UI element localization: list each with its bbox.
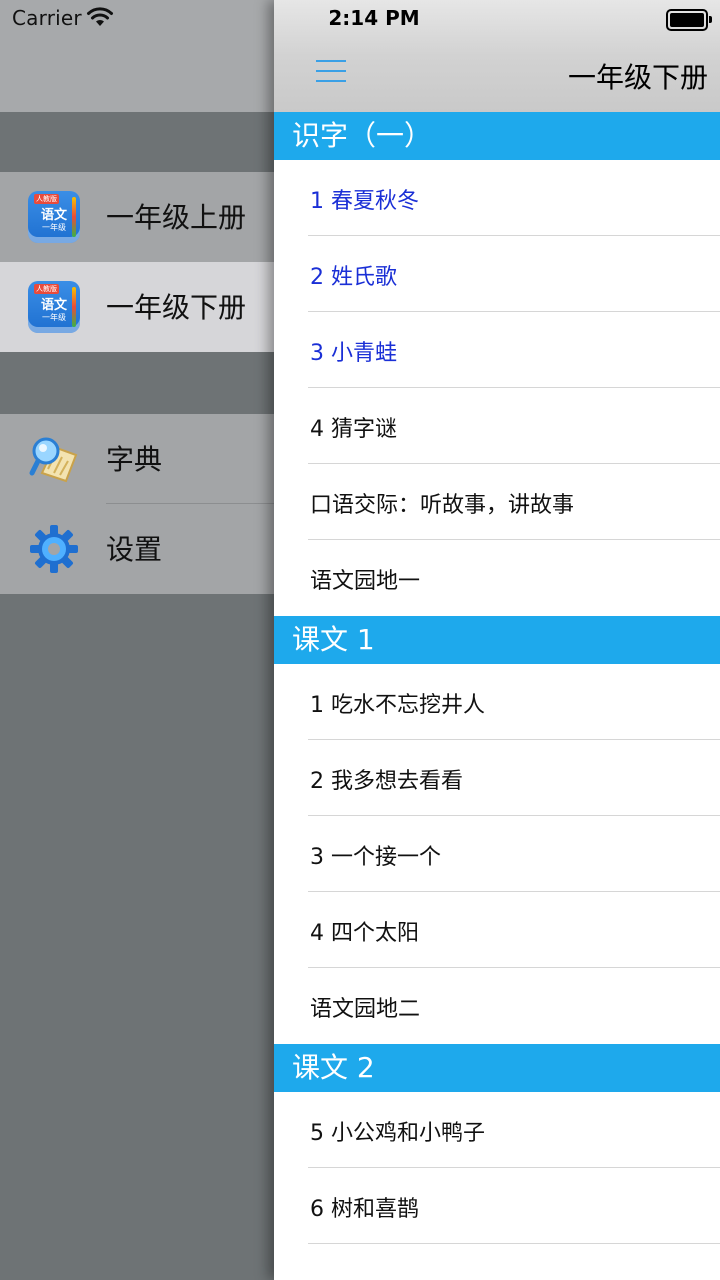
list-item[interactable]: 语文园地二 xyxy=(274,968,720,1044)
lesson-title: 2 姓氏歌 xyxy=(310,265,397,290)
menu-item-label: 一年级下册 xyxy=(106,291,247,324)
carrier-label: Carrier xyxy=(12,6,82,30)
lesson-list: 识字（一） 1 春夏秋冬 2 姓氏歌 3 小青蛙 4 猜字谜 口语交际：听故事，… xyxy=(274,112,720,1244)
menu-item-label: 设置 xyxy=(106,533,163,566)
list-item[interactable]: 2 姓氏歌 xyxy=(274,236,720,312)
list-item[interactable]: 1 吃水不忘挖井人 xyxy=(274,664,720,740)
list-item[interactable]: 1 春夏秋冬 xyxy=(274,160,720,236)
list-item[interactable]: 语文园地一 xyxy=(274,540,720,616)
lesson-title: 3 一个接一个 xyxy=(310,845,441,870)
wifi-icon xyxy=(87,7,113,26)
list-item[interactable]: 6 树和喜鹊 xyxy=(274,1168,720,1244)
list-item[interactable]: 3 小青蛙 xyxy=(274,312,720,388)
lesson-panel: 2:14 PM 一年级下册 识字（一） 1 春夏秋冬 2 姓氏歌 3 小青蛙 4… xyxy=(274,0,720,1280)
status-time: 2:14 PM xyxy=(328,6,420,30)
lesson-title: 6 树和喜鹊 xyxy=(310,1197,419,1222)
page-title: 一年级下册 xyxy=(567,61,708,94)
lesson-title: 口语交际：听故事，讲故事 xyxy=(310,493,575,518)
list-item[interactable]: 5 小公鸡和小鸭子 xyxy=(274,1092,720,1168)
menu-item-label: 一年级上册 xyxy=(106,201,247,234)
menu-item-label: 字典 xyxy=(106,443,163,476)
section-header: 识字（一） xyxy=(274,112,720,160)
list-item[interactable]: 4 四个太阳 xyxy=(274,892,720,968)
lesson-title: 语文园地一 xyxy=(310,569,421,594)
list-item[interactable]: 2 我多想去看看 xyxy=(274,740,720,816)
hamburger-icon[interactable] xyxy=(316,58,346,84)
lesson-title: 5 小公鸡和小鸭子 xyxy=(310,1121,485,1146)
lesson-title: 1 春夏秋冬 xyxy=(310,189,419,214)
dictionary-icon xyxy=(29,437,78,483)
lesson-title: 2 我多想去看看 xyxy=(310,769,463,794)
gear-icon xyxy=(30,525,78,573)
list-item[interactable]: 3 一个接一个 xyxy=(274,816,720,892)
section-header: 课文 1 xyxy=(274,616,720,664)
lesson-title: 3 小青蛙 xyxy=(310,341,397,366)
textbook-icon: 人教版 语文 一年级 xyxy=(28,281,80,333)
lesson-title: 4 四个太阳 xyxy=(310,921,419,946)
section-header: 课文 2 xyxy=(274,1044,720,1092)
lesson-title: 4 猜字谜 xyxy=(310,417,397,442)
list-item[interactable]: 4 猜字谜 xyxy=(274,388,720,464)
battery-icon xyxy=(666,9,712,31)
navigation-bar: 2:14 PM 一年级下册 xyxy=(274,0,720,112)
list-item[interactable]: 口语交际：听故事，讲故事 xyxy=(274,464,720,540)
textbook-icon: 人教版 语文 一年级 xyxy=(28,191,80,243)
lesson-title: 1 吃水不忘挖井人 xyxy=(310,693,485,718)
lesson-title: 语文园地二 xyxy=(310,997,421,1022)
